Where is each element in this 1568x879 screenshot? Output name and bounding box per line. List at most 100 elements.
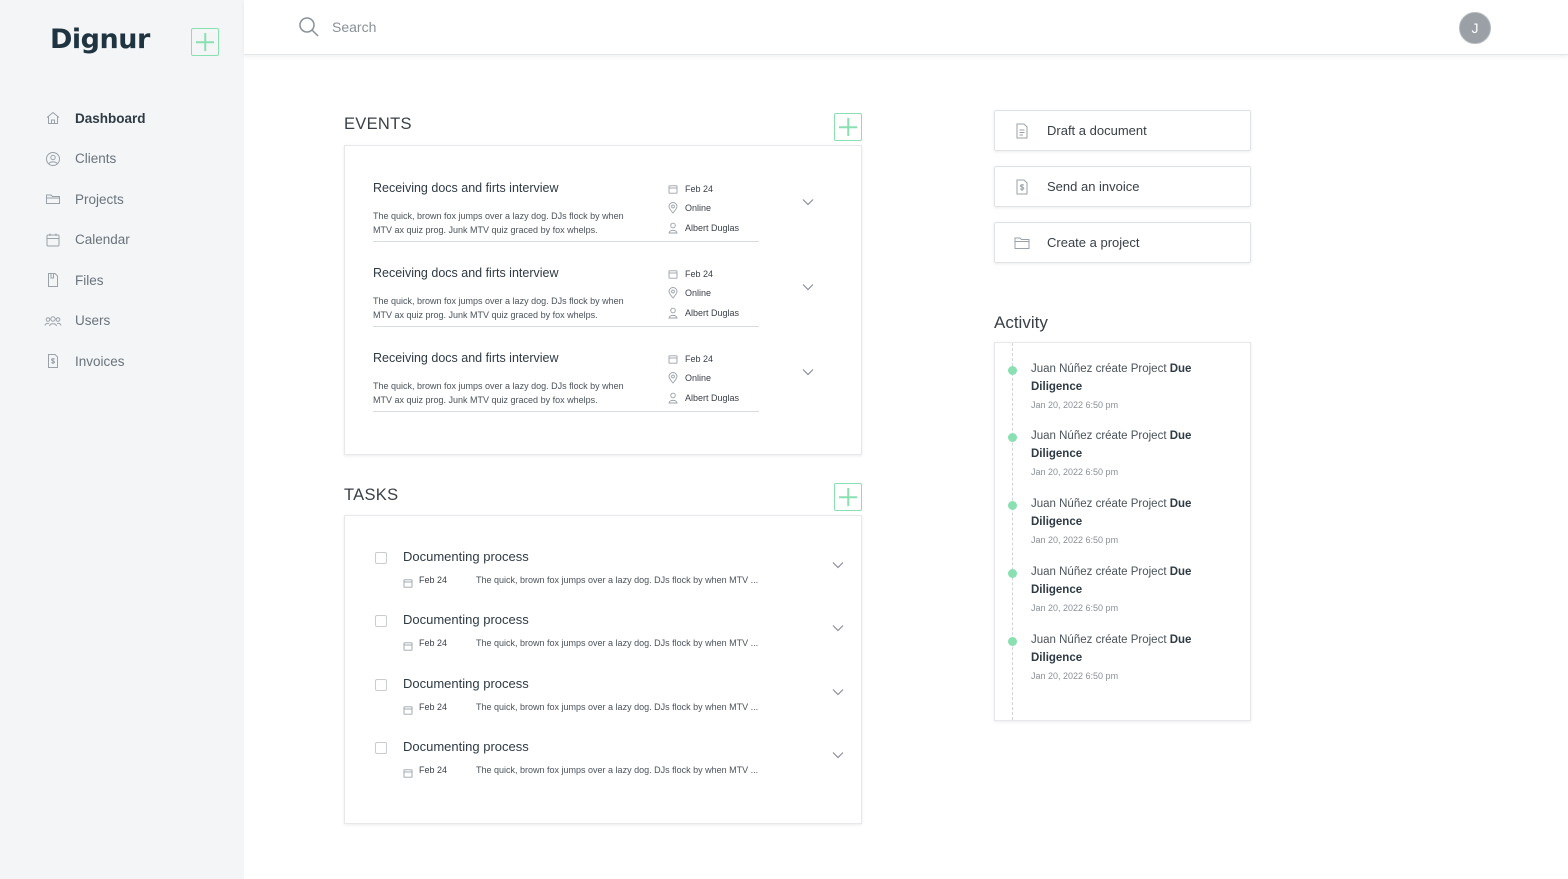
task-date: Feb 24 — [419, 765, 448, 775]
sidebar-item-label: Files — [75, 272, 104, 288]
calendar-icon — [403, 575, 413, 588]
event-person: Albert Duglas — [685, 307, 740, 318]
activity-title: Activity — [994, 313, 1048, 332]
task-description: The quick, brown fox jumps over a lazy d… — [476, 575, 759, 585]
invoice-icon — [1014, 179, 1030, 195]
sidebar-item-files[interactable]: Files — [44, 260, 234, 301]
draft-document-button[interactable]: Draft a document — [994, 110, 1251, 151]
sidebar-item-dashboard[interactable]: Dashboard — [44, 98, 234, 139]
task-description: The quick, brown fox jumps over a lazy d… — [476, 765, 759, 775]
task-checkbox[interactable] — [375, 615, 387, 627]
event-item[interactable]: Receiving docs and firts interview The q… — [373, 327, 853, 412]
quick-action-label: Create a project — [1047, 235, 1140, 250]
activity-time: Jan 20, 2022 6:50 pm — [1031, 671, 1119, 681]
calendar-icon — [667, 268, 679, 280]
sidebar-item-label: Clients — [75, 151, 117, 167]
chevron-down-icon[interactable] — [831, 748, 845, 762]
timeline-dot — [1008, 637, 1017, 646]
location-pin-icon — [667, 372, 679, 384]
event-person: Albert Duglas — [685, 222, 740, 233]
calendar-icon — [403, 638, 413, 651]
task-checkbox[interactable] — [375, 552, 387, 564]
divider — [373, 410, 759, 412]
avatar[interactable]: J — [1459, 12, 1491, 44]
event-description: The quick, brown fox jumps over a lazy d… — [373, 381, 624, 405]
sidebar-item-invoices[interactable]: Invoices — [44, 341, 234, 382]
activity-text: Juan Núñez créate Project Due Diligence — [1031, 430, 1192, 460]
activity-time: Jan 20, 2022 6:50 pm — [1031, 603, 1119, 613]
sidebar-item-projects[interactable]: Projects — [44, 179, 234, 220]
event-description: The quick, brown fox jumps over a lazy d… — [373, 296, 624, 320]
task-checkbox[interactable] — [375, 679, 387, 691]
task-item[interactable]: Documenting process Feb 24 The quick, br… — [375, 612, 865, 675]
search-input[interactable] — [332, 14, 732, 40]
task-checkbox[interactable] — [375, 742, 387, 754]
folder-icon — [44, 190, 62, 208]
search-icon[interactable] — [298, 16, 320, 38]
sidebar: Dignur Dashboard Clients Projects Calend… — [0, 0, 244, 879]
event-item[interactable]: Receiving docs and firts interview The q… — [373, 157, 853, 242]
app-logo[interactable]: Dignur — [50, 24, 150, 55]
calendar-icon — [667, 353, 679, 365]
event-date: Feb 24 — [685, 268, 714, 279]
timeline-dot — [1008, 501, 1017, 510]
activity-text: Juan Núñez créate Project Due Diligence — [1031, 363, 1192, 393]
calendar-icon — [403, 765, 413, 778]
user-circle-icon — [44, 150, 62, 168]
file-icon — [44, 271, 62, 289]
new-item-button[interactable] — [191, 28, 219, 56]
task-item[interactable]: Documenting process Feb 24 The quick, br… — [375, 676, 865, 739]
event-location: Online — [685, 203, 712, 214]
timeline-line — [1012, 343, 1013, 720]
sidebar-item-users[interactable]: Users — [44, 301, 234, 342]
timeline-dot — [1008, 433, 1017, 442]
event-title: Receiving docs and firts interview — [373, 181, 559, 195]
location-pin-icon — [667, 202, 679, 214]
sidebar-item-label: Invoices — [75, 353, 125, 369]
events-card: Receiving docs and firts interview The q… — [344, 145, 862, 455]
activity-text: Juan Núñez créate Project Due Diligence — [1031, 634, 1192, 664]
task-date: Feb 24 — [419, 638, 448, 648]
chevron-down-icon[interactable] — [831, 558, 845, 572]
event-meta: Feb 24 Online Albert Duglas — [667, 349, 739, 408]
calendar-icon — [44, 231, 62, 249]
tasks-title: TASKS — [344, 486, 399, 504]
events-title: EVENTS — [344, 115, 412, 133]
activity-card: Juan Núñez créate Project Due Diligence … — [994, 342, 1251, 721]
location-pin-icon — [667, 287, 679, 299]
activity-time: Jan 20, 2022 6:50 pm — [1031, 467, 1119, 477]
event-title: Receiving docs and firts interview — [373, 351, 559, 365]
home-icon — [44, 109, 62, 127]
calendar-icon — [667, 183, 679, 195]
event-item[interactable]: Receiving docs and firts interview The q… — [373, 242, 853, 327]
add-event-button[interactable] — [834, 113, 862, 141]
task-title: Documenting process — [403, 549, 529, 564]
sidebar-item-label: Dashboard — [75, 110, 146, 126]
chevron-down-icon[interactable] — [801, 365, 815, 379]
chevron-down-icon[interactable] — [831, 685, 845, 699]
task-item[interactable]: Documenting process Feb 24 The quick, br… — [375, 739, 865, 802]
task-item[interactable]: Documenting process Feb 24 The quick, br… — [375, 549, 865, 612]
event-meta: Feb 24 Online Albert Duglas — [667, 264, 739, 323]
send-invoice-button[interactable]: Send an invoice — [994, 166, 1251, 207]
chevron-down-icon[interactable] — [831, 621, 845, 635]
task-title: Documenting process — [403, 612, 529, 627]
calendar-icon — [403, 702, 413, 715]
sidebar-nav: Dashboard Clients Projects Calendar File… — [44, 98, 234, 382]
event-meta: Feb 24 Online Albert Duglas — [667, 179, 739, 238]
event-location: Online — [685, 373, 712, 384]
sidebar-item-clients[interactable]: Clients — [44, 139, 234, 180]
tasks-card: Documenting process Feb 24 The quick, br… — [344, 515, 862, 824]
event-person: Albert Duglas — [685, 392, 740, 403]
task-description: The quick, brown fox jumps over a lazy d… — [476, 702, 759, 712]
person-icon — [667, 307, 679, 319]
event-date: Feb 24 — [685, 183, 714, 194]
chevron-down-icon[interactable] — [801, 195, 815, 209]
add-task-button[interactable] — [834, 483, 862, 511]
create-project-button[interactable]: Create a project — [994, 222, 1251, 263]
quick-action-label: Send an invoice — [1047, 179, 1140, 194]
sidebar-item-calendar[interactable]: Calendar — [44, 220, 234, 261]
person-icon — [667, 392, 679, 404]
chevron-down-icon[interactable] — [801, 280, 815, 294]
activity-text: Juan Núñez créate Project Due Diligence — [1031, 566, 1192, 596]
